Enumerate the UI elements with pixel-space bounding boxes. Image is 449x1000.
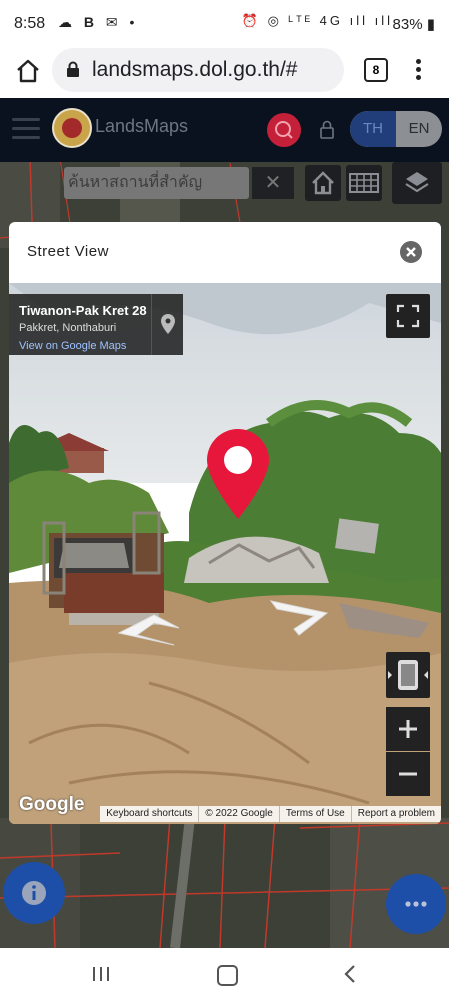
place-location: Pakkret, Nonthaburi <box>19 322 117 334</box>
more-options-button[interactable] <box>386 874 446 934</box>
fullscreen-icon <box>396 304 420 328</box>
info-button[interactable] <box>3 862 65 924</box>
app-header: LandsMaps TH EN <box>0 98 449 162</box>
location-info-card: Tiwanon-Pak Kret 28 Pakkret, Nonthaburi … <box>9 294 183 355</box>
place-search-input[interactable] <box>64 167 250 199</box>
home-extent-button[interactable] <box>305 165 341 201</box>
layers-icon <box>405 172 429 193</box>
google-logo: Google <box>19 794 85 815</box>
dol-logo <box>52 108 92 148</box>
minus-icon <box>399 772 417 776</box>
house-icon <box>312 171 334 195</box>
notification-icons: ☁ B ✉ • <box>58 14 139 30</box>
home-nav-icon[interactable] <box>217 965 238 986</box>
map-pin-icon <box>161 314 175 334</box>
keyboard-shortcuts-link[interactable]: Keyboard shortcuts <box>100 806 200 822</box>
lock-icon[interactable] <box>319 119 335 139</box>
close-icon <box>406 247 416 257</box>
copyright-text: © 2022 Google <box>199 806 280 822</box>
clear-search-button[interactable]: ✕ <box>252 167 294 199</box>
status-time: 8:58 <box>14 15 46 32</box>
map-pin-button[interactable] <box>151 294 184 355</box>
language-toggle: TH EN <box>350 111 442 147</box>
attribution-bar: Keyboard shortcuts © 2022 Google Terms o… <box>100 806 441 822</box>
tab-switcher-button[interactable]: 8 <box>364 58 388 82</box>
dialog-title: Street View <box>27 243 109 260</box>
back-icon[interactable] <box>343 964 357 984</box>
grid-icon <box>349 173 379 193</box>
app-title: LandsMaps <box>95 116 189 136</box>
plus-icon <box>399 720 417 738</box>
place-name: Tiwanon-Pak Kret 28 <box>19 303 147 318</box>
hamburger-menu-icon[interactable] <box>12 118 40 140</box>
close-button[interactable] <box>400 241 422 263</box>
fullscreen-button[interactable] <box>386 294 430 338</box>
grid-button[interactable] <box>346 165 382 201</box>
search-button[interactable] <box>267 113 301 147</box>
browser-toolbar: landsmaps.dol.go.th/# 8 <box>0 46 449 98</box>
street-view-panorama[interactable]: Tiwanon-Pak Kret 28 Pakkret, Nonthaburi … <box>9 283 441 824</box>
home-icon[interactable] <box>14 57 42 85</box>
report-problem-link[interactable]: Report a problem <box>352 806 441 822</box>
overflow-menu-icon[interactable] <box>410 56 426 86</box>
system-icons: ⏰ ◎ ᴸᵀᴱ 4G ıll ıll <box>241 13 393 28</box>
lock-icon <box>67 61 79 77</box>
search-icon <box>275 121 293 139</box>
system-nav-bar <box>0 948 449 1000</box>
url-text: landsmaps.dol.go.th/# <box>92 58 298 81</box>
rotate-phone-button[interactable] <box>386 652 430 698</box>
address-bar[interactable]: landsmaps.dol.go.th/# <box>52 48 344 92</box>
layers-button[interactable] <box>392 162 442 204</box>
view-on-google-maps-link[interactable]: View on Google Maps <box>19 340 126 352</box>
more-horizontal-icon <box>405 901 427 907</box>
status-bar: 8:58 ☁ B ✉ • ⏰ ◎ ᴸᵀᴱ 4G ıll ıll 83% ▮ <box>0 0 449 46</box>
zoom-in-button[interactable] <box>386 707 430 751</box>
street-view-dialog: Street View Tiwanon-Pak Kret 28 Pakkret,… <box>9 222 441 824</box>
place-search-box <box>64 167 250 199</box>
recent-apps-icon[interactable] <box>92 966 110 982</box>
terms-of-use-link[interactable]: Terms of Use <box>280 806 352 822</box>
phone-rotate-icon <box>388 660 428 690</box>
battery-level: 83% ▮ <box>392 16 435 33</box>
zoom-out-button[interactable] <box>386 752 430 796</box>
panorama-image <box>9 283 441 824</box>
lang-th-button[interactable]: TH <box>350 111 396 147</box>
lang-en-button[interactable]: EN <box>396 111 442 147</box>
info-icon <box>22 881 46 905</box>
